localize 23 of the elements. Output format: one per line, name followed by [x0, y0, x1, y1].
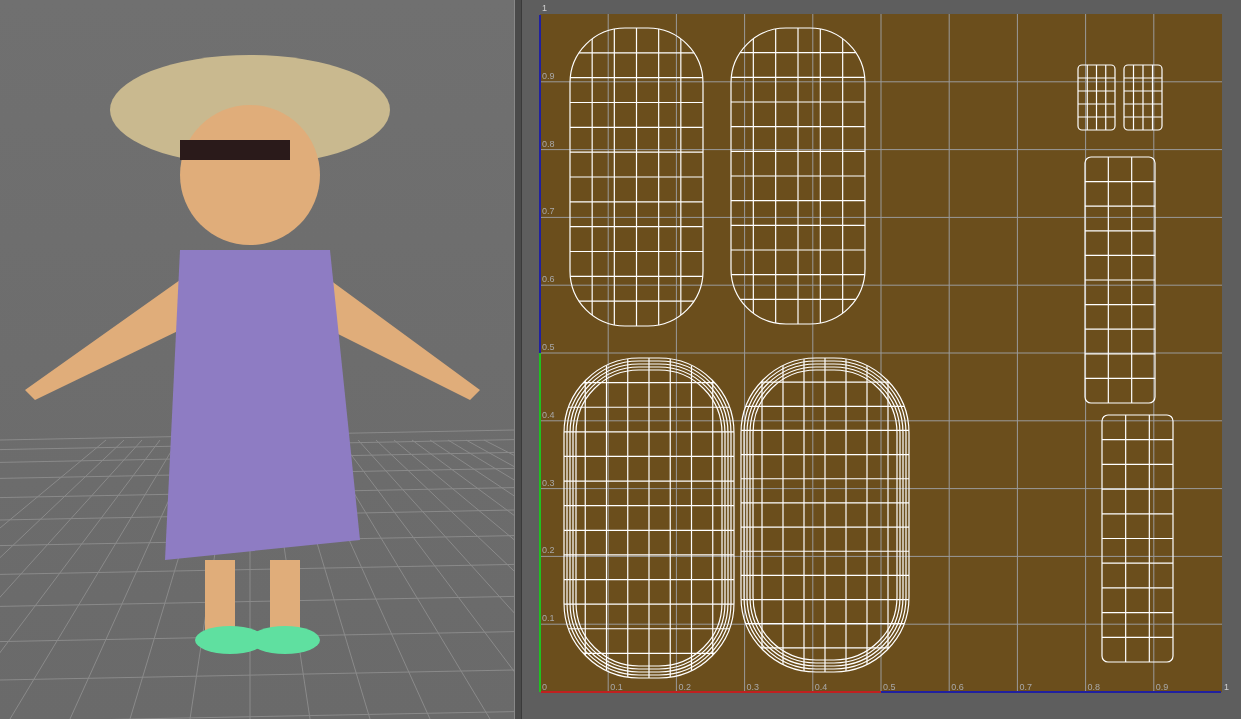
axis-label: 0.2	[678, 682, 691, 692]
axis-label: 0.4	[814, 682, 828, 692]
axis-label: 1	[1224, 682, 1229, 692]
axis-label: 0.3	[542, 477, 555, 488]
axis-label: 0.6	[542, 274, 555, 285]
axis-label: 0.9	[1155, 682, 1169, 692]
axis-label: 0.7	[542, 206, 555, 217]
uv-shell-drawing	[1077, 64, 1116, 131]
axis-label: 0.7	[1019, 682, 1032, 692]
axis-label: 0.2	[542, 545, 555, 556]
axis-label: 0.5	[542, 342, 555, 352]
axis-label: 0.6	[951, 682, 964, 692]
axis-label: 0.5	[883, 682, 896, 692]
axis-label: 1	[542, 3, 547, 13]
axis-label: 0.4	[542, 409, 555, 420]
axis-label: 0.1	[542, 613, 555, 624]
axis-label: 0.1	[610, 682, 623, 692]
axis-label: 0.8	[1087, 682, 1101, 692]
uv-shell-drawing	[1123, 64, 1163, 131]
axis-label: 0.8	[542, 138, 555, 149]
axis-label: 0.9	[542, 70, 555, 81]
axis-label: 0	[542, 682, 547, 692]
axis-label: 0.3	[746, 682, 760, 692]
